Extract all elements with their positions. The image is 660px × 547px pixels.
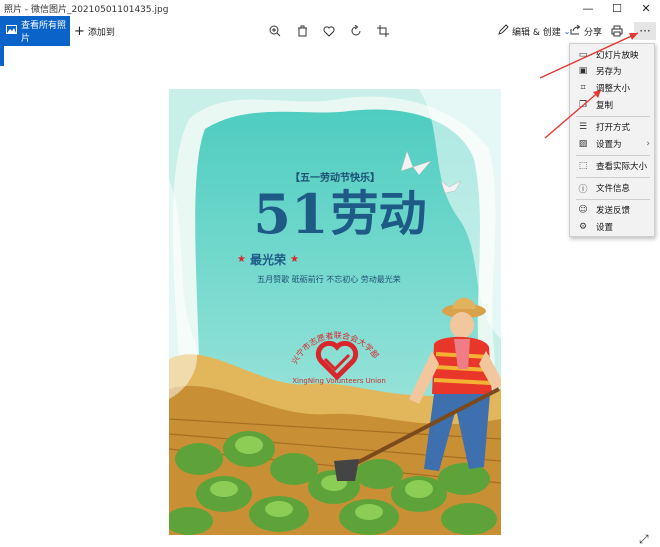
more-options-menu: ▭ 幻灯片放映 ▣ 另存为 ⌗ 调整大小 ❐ 复制 ☰ 打开方式 ▨ 设置为 ›… bbox=[569, 43, 655, 237]
save-icon: ▣ bbox=[578, 66, 588, 76]
favorite-icon[interactable] bbox=[320, 22, 338, 40]
headline-text: 劳动 bbox=[330, 186, 427, 242]
share-label: 分享 bbox=[584, 27, 603, 38]
image-canvas: 【五一劳动节快乐】 51 劳动 ★ 最光荣 ★ 五月赞歌 砥砺前行 不忘初心 劳… bbox=[5, 46, 655, 546]
toolbar: 查看所有照片 + 添加到 编辑 & 创建 ⌄ 分享 ··· bbox=[0, 16, 660, 46]
menu-item-copy[interactable]: ❐ 复制 bbox=[570, 97, 656, 113]
fullscreen-icon[interactable]: ⤢ bbox=[639, 532, 649, 547]
add-to-label: 添加到 bbox=[87, 27, 115, 38]
headline-number: 51 bbox=[253, 182, 329, 246]
menu-item-feedback[interactable]: ☺ 发送反馈 bbox=[570, 202, 656, 218]
photos-icon bbox=[6, 25, 17, 37]
share-icon bbox=[570, 24, 581, 38]
set-as-icon: ▨ bbox=[578, 139, 588, 149]
menu-separator bbox=[576, 116, 650, 117]
poster-subtitle: ★ 最光荣 ★ bbox=[237, 251, 299, 268]
minimize-button[interactable]: — bbox=[574, 0, 602, 16]
menu-item-save-as[interactable]: ▣ 另存为 bbox=[570, 63, 656, 79]
close-button[interactable]: ✕ bbox=[632, 0, 660, 16]
resize-icon: ⌗ bbox=[580, 83, 586, 93]
menu-separator bbox=[576, 155, 650, 156]
menu-item-resize[interactable]: ⌗ 调整大小 bbox=[570, 80, 656, 96]
star-icon: ★ bbox=[237, 254, 246, 265]
feedback-icon: ☺ bbox=[578, 205, 588, 215]
add-to-button[interactable]: + 添加到 bbox=[74, 16, 115, 46]
plus-icon: + bbox=[74, 23, 85, 39]
rotate-icon[interactable] bbox=[347, 22, 365, 40]
menu-item-settings[interactable]: ⚙ 设置 bbox=[570, 219, 656, 235]
window-title: 照片 - 微信图片_20210501101435.jpg bbox=[4, 5, 169, 15]
poster-slogan: 五月赞歌 砥砺前行 不忘初心 劳动最光荣 bbox=[257, 275, 401, 284]
menu-item-open-with[interactable]: ☰ 打开方式 bbox=[570, 119, 656, 135]
actual-size-icon: ⬚ bbox=[578, 161, 588, 171]
poster-image: 【五一劳动节快乐】 51 劳动 ★ 最光荣 ★ 五月赞歌 砥砺前行 不忘初心 劳… bbox=[169, 89, 501, 535]
crop-icon[interactable] bbox=[374, 22, 392, 40]
org-logo: 兴宁市志愿者联合会大学部 bbox=[277, 299, 397, 389]
maximize-button[interactable]: ☐ bbox=[603, 0, 631, 16]
edit-create-label: 编辑 & 创建 bbox=[512, 27, 561, 38]
info-icon: ⓘ bbox=[578, 184, 588, 195]
poster-headline: 51 劳动 bbox=[235, 184, 445, 244]
more-options-button[interactable]: ··· bbox=[634, 22, 656, 40]
left-accent-bar bbox=[0, 46, 4, 66]
menu-item-file-info[interactable]: ⓘ 文件信息 bbox=[570, 180, 656, 196]
delete-icon[interactable] bbox=[293, 22, 311, 40]
open-with-icon: ☰ bbox=[578, 122, 588, 132]
subtitle-text: 最光荣 bbox=[249, 253, 286, 267]
chevron-right-icon: › bbox=[646, 139, 650, 149]
slideshow-icon: ▭ bbox=[578, 50, 588, 60]
menu-separator bbox=[576, 199, 650, 200]
share-button[interactable]: 分享 bbox=[570, 16, 602, 46]
menu-separator bbox=[576, 177, 650, 178]
org-english-name: XingNing Volunteers Union bbox=[292, 377, 386, 385]
copy-icon: ❐ bbox=[578, 100, 588, 110]
edit-icon bbox=[498, 24, 509, 38]
title-bar: 照片 - 微信图片_20210501101435.jpg — ☐ ✕ bbox=[0, 0, 660, 16]
menu-item-actual-size[interactable]: ⬚ 查看实际大小 bbox=[570, 158, 656, 174]
settings-icon: ⚙ bbox=[578, 222, 588, 232]
menu-item-slideshow[interactable]: ▭ 幻灯片放映 bbox=[570, 47, 656, 63]
print-icon[interactable] bbox=[608, 22, 626, 40]
menu-item-set-as[interactable]: ▨ 设置为 › bbox=[570, 136, 656, 152]
view-all-label: 查看所有照片 bbox=[21, 21, 67, 44]
zoom-in-icon[interactable] bbox=[266, 22, 284, 40]
view-all-photos-button[interactable]: 查看所有照片 bbox=[0, 16, 70, 46]
edit-create-button[interactable]: 编辑 & 创建 ⌄ bbox=[498, 16, 570, 46]
star-icon: ★ bbox=[289, 254, 299, 265]
